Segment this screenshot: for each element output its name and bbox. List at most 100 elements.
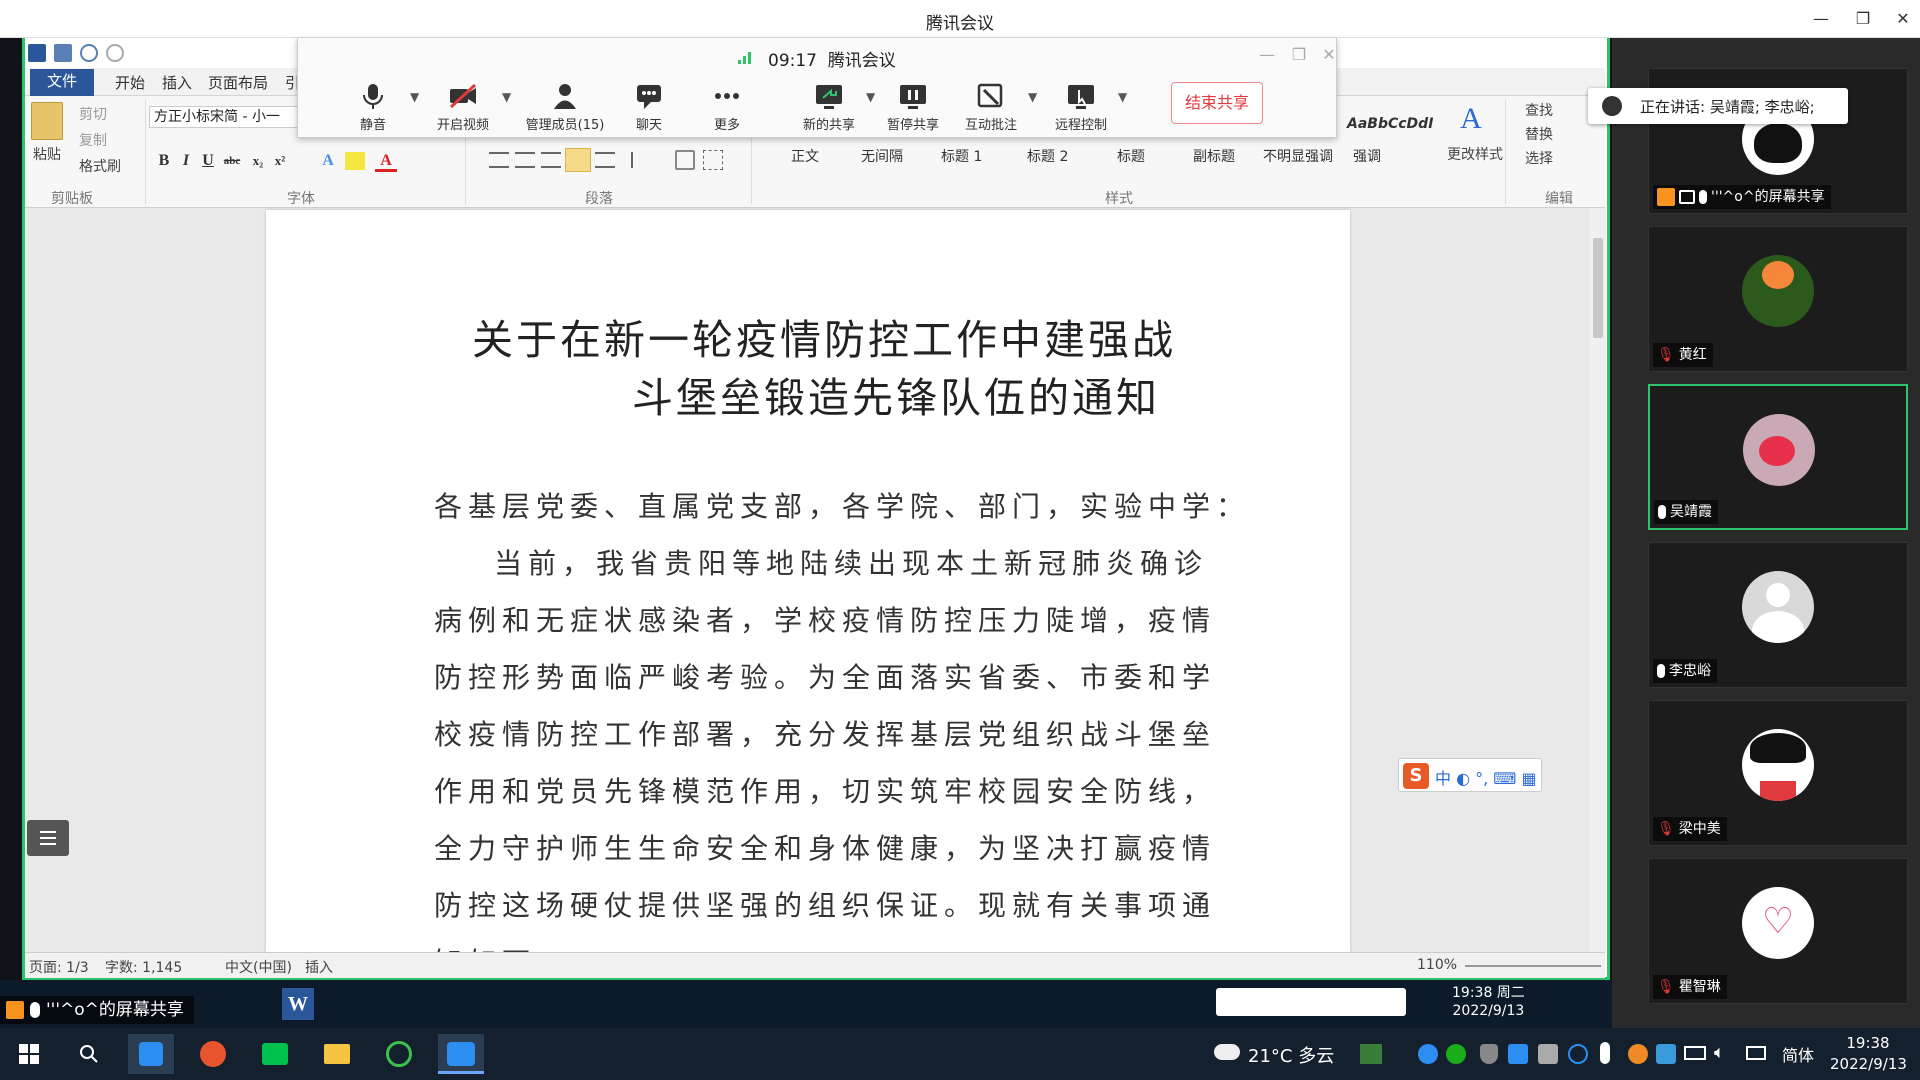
redo-icon[interactable] [106, 44, 124, 62]
paste-button[interactable]: 粘贴 [33, 144, 61, 164]
toolbar-restore-button[interactable]: ❐ [1284, 42, 1314, 68]
battery-icon[interactable] [1684, 1046, 1706, 1060]
font-name-select[interactable]: 方正小标宋简 - 小一 [149, 106, 319, 128]
toolbar-close-button[interactable]: ✕ [1314, 42, 1344, 68]
strikethrough-button[interactable]: abc [221, 150, 243, 172]
justify-icon[interactable] [565, 148, 591, 172]
video-button[interactable]: 开启视频 [418, 82, 508, 133]
input-language[interactable]: 简体 [1782, 1042, 1814, 1066]
tab-home[interactable]: 开始 [105, 71, 155, 95]
word-taskbar-icon[interactable]: W [282, 988, 314, 1020]
volume-icon[interactable]: 🔈︎ [1714, 1042, 1725, 1063]
style-heading-2[interactable]: 标题 2 [1027, 146, 1068, 172]
bold-button[interactable]: B [153, 150, 175, 172]
taskbar-app-2[interactable] [190, 1034, 236, 1074]
shield-icon[interactable] [1480, 1044, 1498, 1064]
tray-icon[interactable] [1538, 1044, 1558, 1064]
zoom-level[interactable]: 110% [1417, 957, 1457, 973]
subscript-button[interactable]: x₂ [247, 150, 269, 172]
remote-control-button[interactable]: 远程控制 [1036, 82, 1126, 133]
replace-button[interactable]: 替换 [1525, 124, 1553, 144]
save-icon[interactable] [54, 44, 72, 62]
style-title[interactable]: 标题 [1117, 146, 1145, 172]
style-preview[interactable]: AaBbCcDdI [1347, 116, 1433, 132]
align-center-icon[interactable] [515, 152, 535, 168]
annotate-button[interactable]: 互动批注 [946, 82, 1036, 133]
font-color-button[interactable]: A [375, 150, 397, 172]
highlight-icon[interactable] [345, 152, 365, 170]
network-icon[interactable] [1746, 1046, 1766, 1060]
tray-icon[interactable] [1656, 1044, 1676, 1064]
undo-icon[interactable] [80, 44, 98, 62]
wechat-icon[interactable] [1446, 1044, 1466, 1064]
tray-icon[interactable] [1508, 1044, 1528, 1064]
page-count[interactable]: 页面: 1/3 [29, 957, 89, 977]
tencent-meeting-taskbar[interactable] [438, 1034, 484, 1074]
search-button[interactable] [66, 1034, 112, 1074]
borders-icon[interactable] [703, 150, 723, 170]
remote-dropdown-icon[interactable]: ▼ [1118, 90, 1127, 104]
toolbar-minimize-button[interactable]: — [1252, 42, 1282, 68]
align-right-icon[interactable] [541, 152, 561, 168]
microphone-icon[interactable] [1600, 1042, 1610, 1064]
tray-icon[interactable] [1418, 1044, 1438, 1064]
zoom-slider[interactable] [1465, 965, 1601, 967]
taskbar-app-3[interactable] [252, 1034, 298, 1074]
tab-page-layout[interactable]: 页面布局 [198, 71, 278, 95]
underline-button[interactable]: U [197, 150, 219, 172]
ime-taskbar-icon[interactable] [1216, 988, 1406, 1016]
find-button[interactable]: 查找 [1525, 100, 1553, 120]
close-button[interactable]: ✕ [1888, 6, 1918, 32]
insert-mode[interactable]: 插入 [305, 957, 333, 977]
chat-button[interactable]: 聊天 [604, 82, 694, 133]
mute-button[interactable]: 静音 [328, 82, 418, 133]
cut-button[interactable]: 剪切 [79, 104, 107, 124]
minimize-button[interactable]: — [1806, 6, 1836, 32]
tray-icon[interactable] [1568, 1044, 1588, 1064]
participant-tile[interactable]: 🎙︎ 黄红 [1648, 226, 1908, 372]
scroll-thumb[interactable] [1593, 238, 1603, 338]
participant-tile[interactable]: 李忠峪 [1648, 542, 1908, 688]
italic-button[interactable]: I [175, 150, 197, 172]
distribute-icon[interactable] [595, 152, 615, 168]
taskbar-app-1[interactable] [128, 1034, 174, 1074]
style-subtle-emphasis[interactable]: 不明显强调 [1263, 146, 1333, 172]
participant-tile-active[interactable]: 吴靖霞 [1648, 384, 1908, 530]
end-share-button[interactable]: 结束共享 [1171, 82, 1263, 124]
participant-tile[interactable]: 🎙︎ 梁中美 [1648, 700, 1908, 846]
align-left-icon[interactable] [489, 152, 509, 168]
taskbar-app-5[interactable] [376, 1034, 422, 1074]
participant-tile[interactable]: ♡ 🎙︎ 瞿智琳 [1648, 858, 1908, 1004]
word-count[interactable]: 字数: 1,145 [105, 957, 182, 977]
copy-button[interactable]: 复制 [79, 130, 107, 150]
more-button[interactable]: 更多 [682, 82, 772, 133]
navigation-pane-button[interactable] [27, 820, 69, 856]
line-spacing-icon[interactable] [631, 152, 651, 168]
style-heading-1[interactable]: 标题 1 [941, 146, 982, 172]
document-page[interactable]: 关于在新一轮疫情防控工作中建强战 斗堡垒锻造先锋队伍的通知 各基层党委、直属党支… [266, 210, 1350, 952]
change-styles-icon[interactable]: A [1453, 102, 1489, 136]
system-clock[interactable]: 19:38 2022/9/13 [1830, 1033, 1907, 1075]
tray-icon[interactable] [1628, 1044, 1648, 1064]
tab-file[interactable]: 文件 [30, 69, 94, 96]
ime-toolbar[interactable]: S 中 ◐ °, ⌨ ▦ [1398, 758, 1542, 792]
vertical-scrollbar[interactable] [1590, 208, 1606, 952]
style-emphasis[interactable]: 强调 [1353, 146, 1381, 172]
language[interactable]: 中文(中国) [225, 957, 292, 977]
tray-icon[interactable] [1360, 1044, 1382, 1064]
style-normal[interactable]: 正文 [791, 146, 819, 172]
tab-insert[interactable]: 插入 [152, 71, 202, 95]
weather[interactable]: 21°C 多云 [1248, 1042, 1334, 1068]
superscript-button[interactable]: x² [269, 150, 291, 172]
pause-share-button[interactable]: 暂停共享 [868, 82, 958, 133]
video-dropdown-icon[interactable]: ▼ [502, 90, 511, 104]
maximize-button[interactable]: ❐ [1848, 6, 1878, 32]
paste-icon[interactable] [31, 102, 63, 140]
style-no-spacing[interactable]: 无间隔 [861, 146, 903, 172]
manage-members-button[interactable]: 管理成员(15) [520, 82, 610, 133]
format-painter-button[interactable]: 格式刷 [79, 156, 121, 176]
change-styles-button[interactable]: 更改样式 [1447, 144, 1503, 164]
file-explorer-button[interactable] [314, 1034, 360, 1074]
shading-icon[interactable] [675, 150, 695, 170]
select-button[interactable]: 选择 [1525, 148, 1553, 168]
